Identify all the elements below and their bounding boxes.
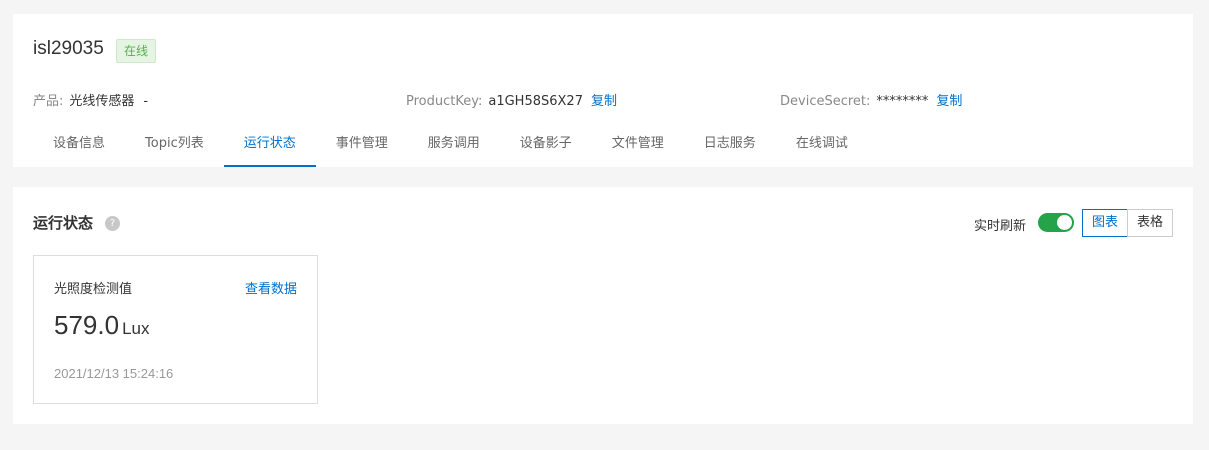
runtime-status-panel: 运行状态 ? 实时刷新 图表 表格 光照度检测值 查看数据 579.0 Lux 2…	[13, 187, 1193, 424]
tab-file-management[interactable]: 文件管理	[592, 129, 684, 167]
property-card: 光照度检测值 查看数据 579.0 Lux 2021/12/13 15:24:16	[33, 255, 318, 404]
device-tabs: 设备信息 Topic列表 运行状态 事件管理 服务调用 设备影子 文件管理 日志…	[33, 129, 868, 167]
view-table-button[interactable]: 表格	[1127, 209, 1173, 237]
product-label: 产品:	[33, 94, 64, 109]
view-data-link[interactable]: 查看数据	[245, 278, 297, 297]
section-title: 运行状态	[33, 214, 94, 232]
tab-log-service[interactable]: 日志服务	[684, 129, 776, 167]
tab-online-debug[interactable]: 在线调试	[776, 129, 868, 167]
value-number: 579.0	[54, 310, 120, 340]
realtime-refresh-label: 实时刷新	[974, 219, 1027, 234]
product-meta: 产品: 光线传感器 -	[33, 90, 148, 109]
device-secret-copy-link[interactable]: 复制	[936, 94, 962, 109]
product-key-copy-link[interactable]: 复制	[591, 94, 617, 109]
product-key-value: a1GH58S6X27	[488, 94, 583, 109]
question-icon[interactable]: ?	[105, 216, 120, 231]
device-secret-value: ********	[876, 94, 929, 109]
device-name: isl29035	[33, 38, 104, 59]
device-header-panel: isl29035 在线 产品: 光线传感器 - ProductKey: a1GH58S…	[13, 14, 1193, 167]
tab-event-management[interactable]: 事件管理	[316, 129, 408, 167]
status-badge: 在线	[116, 39, 157, 63]
product-value: 光线传感器	[69, 94, 135, 109]
tab-device-shadow[interactable]: 设备影子	[500, 129, 592, 167]
product-key-meta: ProductKey: a1GH58S6X27 复制	[406, 90, 617, 109]
card-value: 579.0 Lux	[54, 310, 150, 341]
view-chart-button[interactable]: 图表	[1082, 209, 1128, 237]
device-secret-meta: DeviceSecret: ******** 复制	[780, 90, 962, 109]
card-timestamp: 2021/12/13 15:24:16	[54, 366, 174, 381]
product-dash: -	[143, 94, 149, 109]
product-key-label: ProductKey:	[406, 94, 483, 109]
card-title: 光照度检测值	[54, 282, 133, 297]
tab-service-invocation[interactable]: 服务调用	[408, 129, 500, 167]
toggle-knob	[1057, 215, 1072, 230]
tab-topic-list[interactable]: Topic列表	[125, 129, 224, 167]
value-unit: Lux	[122, 319, 150, 338]
tab-runtime-status[interactable]: 运行状态	[223, 129, 316, 167]
device-secret-label: DeviceSecret:	[780, 94, 871, 109]
realtime-refresh-toggle[interactable]	[1038, 213, 1074, 232]
tab-device-info[interactable]: 设备信息	[33, 129, 125, 167]
